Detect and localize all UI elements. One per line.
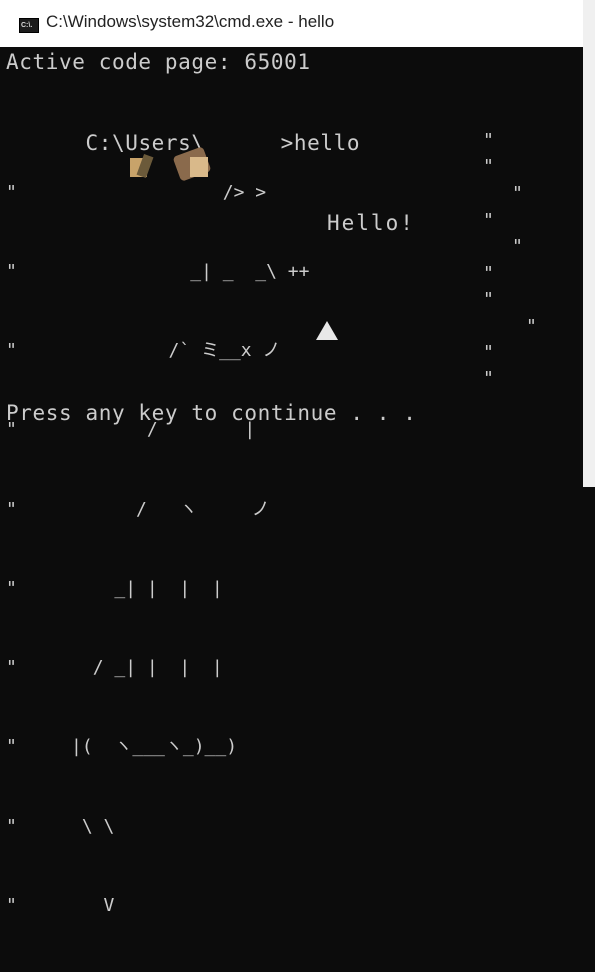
cmd-icon-label: C:\.: [21, 22, 33, 29]
art-line: " |( ヽ___ヽ_)__): [6, 736, 238, 758]
window-title: C:\Windows\system32\cmd.exe - hello: [46, 12, 335, 31]
art-line: " \ \: [6, 815, 115, 837]
right-quote: ": [483, 156, 494, 177]
art-line: " /> >: [6, 181, 267, 203]
right-quote: ": [526, 316, 537, 337]
art-line: " / _| | | |: [6, 657, 223, 679]
art-line: " /` ミ__x ノ: [6, 340, 281, 362]
right-quote: ": [483, 210, 494, 231]
right-quote: ": [483, 342, 494, 363]
code-page-line: Active code page: 65001: [6, 50, 311, 74]
right-quote: ": [483, 289, 494, 310]
right-quote: ": [512, 236, 523, 257]
right-quote: ": [483, 263, 494, 284]
art-line: " V: [6, 894, 115, 916]
art-line: " / ヽ ノ: [6, 498, 270, 520]
cmd-window: C:\. C:\Windows\system32\cmd.exe - hello…: [0, 0, 595, 916]
footer-line: Press any key to continue . . .: [6, 401, 417, 425]
triangle-up-icon: [316, 321, 338, 340]
art-line: " _| | | |: [6, 577, 223, 599]
art-line: " _| _ _\ ++: [6, 261, 310, 283]
ascii-art: " /> > " _| _ _\ ++ " /` ミ__x ノ " / | " …: [6, 127, 309, 972]
hello-text: Hello!: [327, 211, 415, 235]
right-quote: ": [483, 368, 494, 389]
right-quote: ": [512, 183, 523, 204]
console-area[interactable]: Active code page: 65001 C:\Users\ >hello …: [0, 47, 583, 916]
vertical-scrollbar[interactable]: [583, 0, 595, 487]
right-quote: ": [483, 130, 494, 151]
title-bar[interactable]: C:\. C:\Windows\system32\cmd.exe - hello: [0, 0, 583, 47]
cmd-icon[interactable]: C:\.: [19, 18, 39, 33]
